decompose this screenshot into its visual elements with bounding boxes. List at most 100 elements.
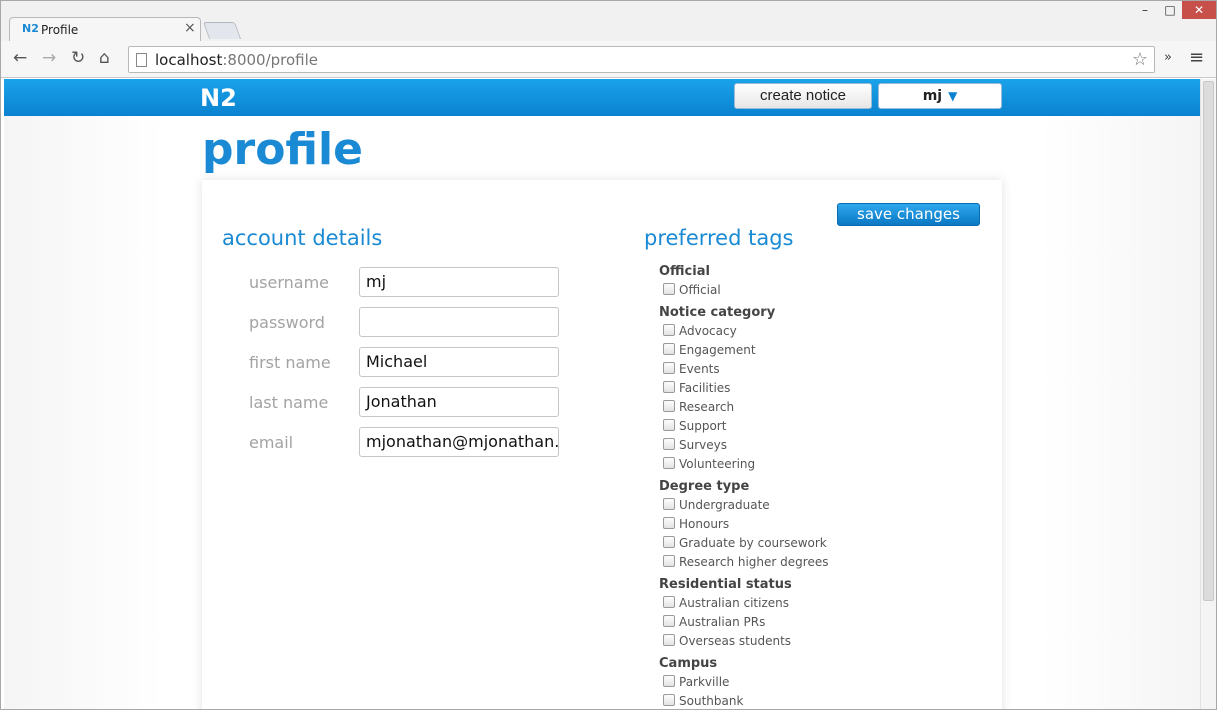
last-name-input[interactable]: Jonathan	[359, 387, 559, 417]
checkbox[interactable]	[663, 596, 675, 608]
checkbox[interactable]	[663, 536, 675, 548]
tag-checkbox-item[interactable]: Surveys	[659, 436, 979, 455]
menu-icon[interactable]: ≡	[1189, 47, 1204, 68]
tag-checkbox-item[interactable]: Overseas students	[659, 632, 979, 651]
checkbox[interactable]	[663, 615, 675, 627]
checkbox[interactable]	[663, 419, 675, 431]
tag-label: Honours	[679, 517, 730, 531]
create-notice-button[interactable]: create notice	[734, 83, 872, 109]
checkbox[interactable]	[663, 634, 675, 646]
checkbox[interactable]	[663, 343, 675, 355]
tag-checkbox-item[interactable]: Australian citizens	[659, 594, 979, 613]
tag-label: Engagement	[679, 343, 756, 357]
address-bar[interactable]: localhost:8000/profile ☆	[128, 46, 1155, 73]
new-tab-button[interactable]	[202, 22, 242, 39]
save-changes-button[interactable]: save changes	[837, 203, 980, 226]
tag-checkbox-item[interactable]: Advocacy	[659, 322, 979, 341]
url-text: localhost:8000/profile	[155, 51, 318, 69]
home-icon[interactable]: ⌂	[99, 49, 110, 67]
page-viewport: N2 create notice mj ▼ profile save change…	[4, 79, 1200, 709]
first-name-input[interactable]: Michael	[359, 347, 559, 377]
url-host: localhost	[155, 51, 223, 69]
account-details-heading: account details	[222, 226, 383, 250]
tag-group-title: Notice category	[659, 305, 776, 320]
tag-label: Official	[679, 283, 721, 297]
tag-checkbox-item[interactable]: Southbank	[659, 692, 979, 709]
checkbox[interactable]	[663, 457, 675, 469]
tag-label: Parkville	[679, 675, 730, 689]
extensions-overflow-icon[interactable]: »	[1164, 50, 1172, 65]
scrollbar-thumb[interactable]	[1203, 81, 1214, 601]
password-label: password	[249, 313, 325, 332]
first-name-label: first name	[249, 353, 331, 372]
checkbox[interactable]	[663, 555, 675, 567]
page-title: profile	[202, 124, 363, 175]
first-name-row: first name Michael	[202, 347, 602, 377]
bookmark-star-icon[interactable]: ☆	[1132, 49, 1148, 70]
password-input[interactable]	[359, 307, 559, 337]
checkbox[interactable]	[663, 324, 675, 336]
user-menu-button[interactable]: mj ▼	[878, 83, 1002, 109]
tag-label: Research higher degrees	[679, 555, 829, 569]
caret-down-icon: ▼	[948, 89, 958, 103]
tag-checkbox-item[interactable]: Research higher degrees	[659, 553, 979, 572]
tab-profile[interactable]: N2 Profile ×	[9, 17, 201, 41]
tag-checkbox-item[interactable]: Engagement	[659, 341, 979, 360]
checkbox[interactable]	[663, 362, 675, 374]
tag-label: Australian PRs	[679, 615, 766, 629]
checkbox[interactable]	[663, 694, 675, 706]
tag-checkbox-item[interactable]: Australian PRs	[659, 613, 979, 632]
close-window-icon[interactable]: ✕	[1182, 1, 1216, 19]
user-name: mj	[922, 88, 943, 104]
tab-strip: N2 Profile × – □ ✕	[1, 1, 1216, 41]
tab-title: Profile	[41, 23, 79, 37]
maximize-icon[interactable]: □	[1158, 1, 1182, 19]
forward-arrow-icon[interactable]: →	[42, 49, 56, 67]
email-label: email	[249, 433, 294, 452]
minimize-icon[interactable]: –	[1133, 1, 1157, 19]
tag-checkbox-item[interactable]: Volunteering	[659, 455, 979, 474]
tag-checkbox-item[interactable]: Parkville	[659, 673, 979, 692]
tag-label: Undergraduate	[679, 498, 770, 512]
checkbox[interactable]	[663, 400, 675, 412]
tag-label: Southbank	[679, 694, 744, 708]
username-input[interactable]: mj	[359, 267, 559, 297]
checkbox[interactable]	[663, 283, 675, 295]
tag-label: Surveys	[679, 438, 727, 452]
tag-label: Graduate by coursework	[679, 536, 827, 550]
tag-checkbox-item[interactable]: Support	[659, 417, 979, 436]
reload-icon[interactable]: ↻	[71, 49, 85, 67]
tag-checkbox-item[interactable]: Events	[659, 360, 979, 379]
password-row: password	[202, 307, 602, 337]
tag-label: Facilities	[679, 381, 731, 395]
tag-label: Volunteering	[679, 457, 756, 471]
tag-checkbox-item[interactable]: Research	[659, 398, 979, 417]
tag-checkbox-item[interactable]: Facilities	[659, 379, 979, 398]
tag-checkbox-item[interactable]: Graduate by coursework	[659, 534, 979, 553]
username-row: username mj	[202, 267, 602, 297]
checkbox[interactable]	[663, 517, 675, 529]
tab-close-icon[interactable]: ×	[184, 20, 196, 36]
email-input[interactable]: mjonathan@mjonathan.	[359, 427, 559, 457]
page-icon	[136, 53, 147, 67]
tab-favicon: N2	[22, 22, 39, 35]
url-path: :8000/profile	[222, 51, 319, 69]
preferred-tags-heading: preferred tags	[644, 226, 794, 250]
tag-checkbox-item[interactable]: Official	[659, 281, 979, 300]
page-scrollbar[interactable]	[1200, 79, 1216, 709]
tag-label: Support	[679, 419, 727, 433]
tag-checkbox-item[interactable]: Undergraduate	[659, 496, 979, 515]
back-arrow-icon[interactable]: ←	[13, 49, 27, 67]
checkbox[interactable]	[663, 438, 675, 450]
brand-logo[interactable]: N2	[200, 84, 237, 112]
checkbox[interactable]	[663, 498, 675, 510]
checkbox[interactable]	[663, 381, 675, 393]
tag-list: Official Official Notice category Advoca…	[659, 262, 979, 709]
tag-label: Events	[679, 362, 720, 376]
tag-label: Overseas students	[679, 634, 792, 648]
checkbox[interactable]	[663, 675, 675, 687]
tag-checkbox-item[interactable]: Honours	[659, 515, 979, 534]
tag-group-title: Degree type	[659, 479, 750, 494]
last-name-row: last name Jonathan	[202, 387, 602, 417]
tag-label: Research	[679, 400, 735, 414]
